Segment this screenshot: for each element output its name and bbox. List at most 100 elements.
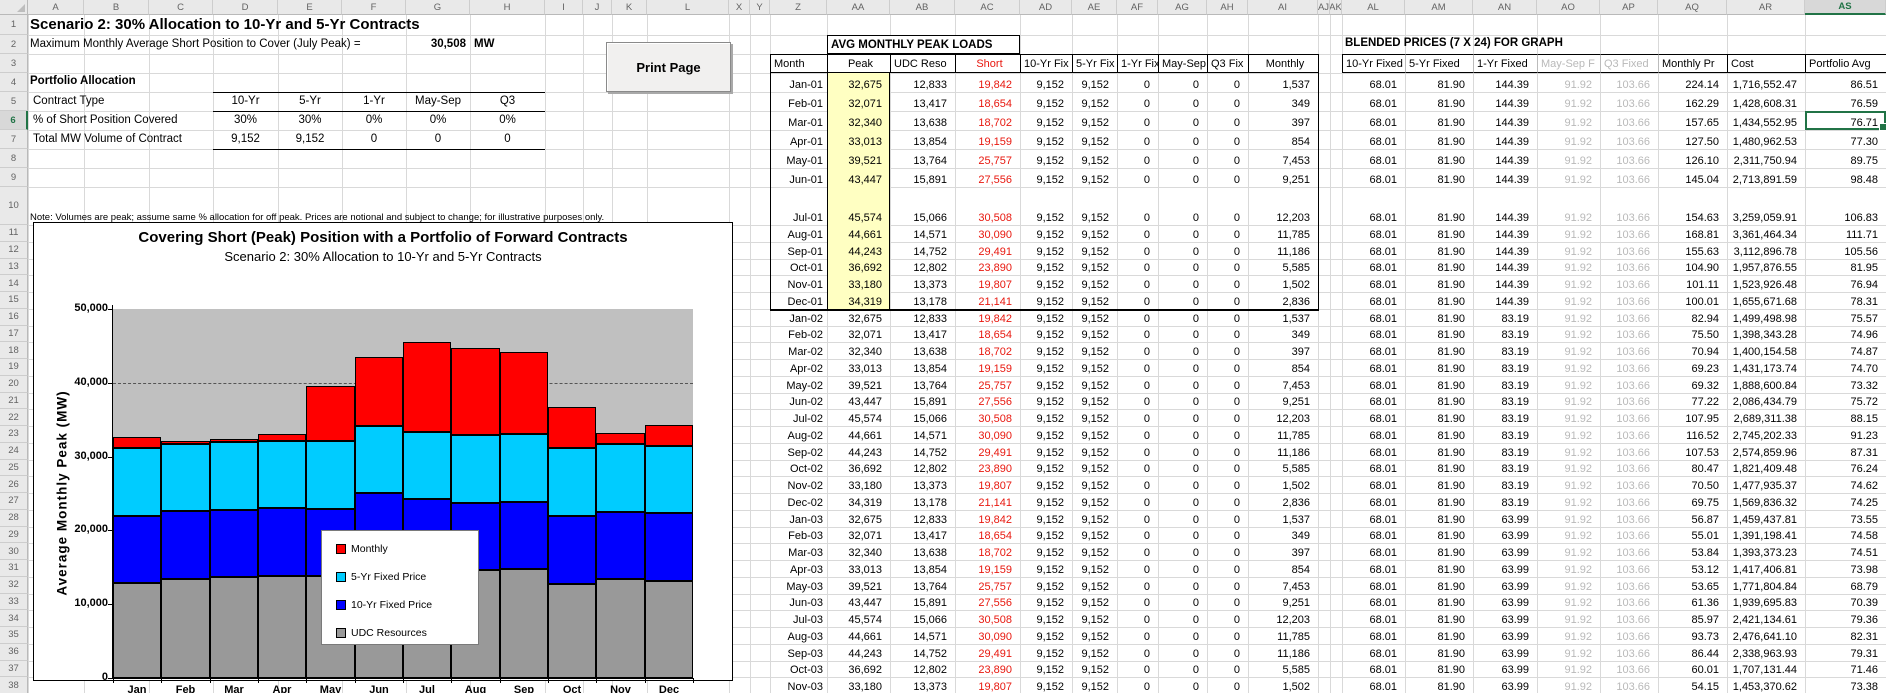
cell-AG22[interactable]: 0: [1158, 409, 1207, 426]
cell-AE15[interactable]: 9,152: [1072, 292, 1117, 309]
cell-AM19[interactable]: 81.90: [1405, 359, 1473, 376]
cell-AH5[interactable]: 0: [1207, 92, 1248, 111]
blended-table-header-10-Yr Fixed[interactable]: 10-Yr Fixed: [1342, 54, 1405, 73]
cell-AD30[interactable]: 9,152: [1020, 543, 1072, 560]
cell-AS10[interactable]: 106.83: [1805, 187, 1886, 225]
cell-Z4[interactable]: Jan-01: [770, 73, 827, 92]
row-header-18[interactable]: 18: [0, 342, 28, 359]
cell-AP34[interactable]: 103.66: [1600, 610, 1658, 627]
cell-AD26[interactable]: 9,152: [1020, 476, 1072, 493]
cell-AD13[interactable]: 9,152: [1020, 259, 1072, 276]
cell-AO26[interactable]: 91.92: [1537, 476, 1600, 493]
cell-AG21[interactable]: 0: [1158, 393, 1207, 410]
cell-AR19[interactable]: 1,431,173.74: [1727, 359, 1805, 376]
row-header-20[interactable]: 20: [0, 376, 28, 393]
cell-AE18[interactable]: 9,152: [1072, 342, 1117, 359]
cell-AS20[interactable]: 73.32: [1805, 376, 1886, 393]
cell-AL12[interactable]: 68.01: [1342, 242, 1405, 259]
cell-AA22[interactable]: 45,574: [827, 409, 890, 426]
cell-AB31[interactable]: 13,854: [890, 560, 955, 577]
cell-AB37[interactable]: 12,802: [890, 661, 955, 678]
cell-AR8[interactable]: 2,311,750.94: [1727, 149, 1805, 168]
cell-AS27[interactable]: 74.25: [1805, 493, 1886, 510]
cell-AC22[interactable]: 30,508: [955, 409, 1020, 426]
cell-AM21[interactable]: 81.90: [1405, 393, 1473, 410]
cell-AM16[interactable]: 81.90: [1405, 309, 1473, 326]
cell-AN14[interactable]: 144.39: [1473, 275, 1537, 292]
cell-AH28[interactable]: 0: [1207, 510, 1248, 527]
cell-AG14[interactable]: 0: [1158, 275, 1207, 292]
row-header-25[interactable]: 25: [0, 460, 28, 477]
cell-AE29[interactable]: 9,152: [1072, 527, 1117, 544]
cell-AI23[interactable]: 11,785: [1248, 426, 1318, 443]
cell-Z13[interactable]: Oct-01: [770, 259, 827, 276]
cell-AG19[interactable]: 0: [1158, 359, 1207, 376]
cell-AI19[interactable]: 854: [1248, 359, 1318, 376]
cell-AE8[interactable]: 9,152: [1072, 149, 1117, 168]
cell-AR33[interactable]: 1,939,695.83: [1727, 594, 1805, 611]
cell-AF32[interactable]: 0: [1117, 577, 1158, 594]
cell-AN37[interactable]: 63.99: [1473, 661, 1537, 678]
cell-AC5[interactable]: 18,654: [955, 92, 1020, 111]
cell-AO29[interactable]: 91.92: [1537, 527, 1600, 544]
cell-AB33[interactable]: 15,891: [890, 594, 955, 611]
cell-AP16[interactable]: 103.66: [1600, 309, 1658, 326]
col-header-D[interactable]: D: [213, 0, 278, 15]
cell-AQ6[interactable]: 157.65: [1658, 111, 1727, 130]
cell-AL8[interactable]: 68.01: [1342, 149, 1405, 168]
cell-AH25[interactable]: 0: [1207, 460, 1248, 477]
cell-AG11[interactable]: 0: [1158, 225, 1207, 242]
cell-AD23[interactable]: 9,152: [1020, 426, 1072, 443]
portfolio-pct-cell[interactable]: 0%: [408, 114, 468, 126]
cell-AD27[interactable]: 9,152: [1020, 493, 1072, 510]
cell-AS11[interactable]: 111.71: [1805, 225, 1886, 242]
cell-AQ14[interactable]: 101.11: [1658, 275, 1727, 292]
cell-AM26[interactable]: 81.90: [1405, 476, 1473, 493]
cell-AR13[interactable]: 1,957,876.55: [1727, 259, 1805, 276]
blended-table-header-May-Sep F[interactable]: May-Sep F: [1537, 54, 1600, 73]
cell-AI25[interactable]: 5,585: [1248, 460, 1318, 477]
cell-AP27[interactable]: 103.66: [1600, 493, 1658, 510]
cell-AR6[interactable]: 1,434,552.95: [1727, 111, 1805, 130]
cell-AA16[interactable]: 32,675: [827, 309, 890, 326]
cell-AM11[interactable]: 81.90: [1405, 225, 1473, 242]
cell-AQ20[interactable]: 69.32: [1658, 376, 1727, 393]
cell-AH33[interactable]: 0: [1207, 594, 1248, 611]
cell-AE36[interactable]: 9,152: [1072, 644, 1117, 661]
col-header-L[interactable]: L: [647, 0, 729, 15]
cell-AD22[interactable]: 9,152: [1020, 409, 1072, 426]
cell-AO11[interactable]: 91.92: [1537, 225, 1600, 242]
row-header-10[interactable]: 10: [0, 187, 28, 225]
cell-AM12[interactable]: 81.90: [1405, 242, 1473, 259]
cell-AQ11[interactable]: 168.81: [1658, 225, 1727, 242]
cell-Z18[interactable]: Mar-02: [770, 342, 827, 359]
blended-table-header-Cost[interactable]: Cost: [1727, 54, 1805, 73]
col-header-AF[interactable]: AF: [1117, 0, 1158, 15]
col-header-F[interactable]: F: [342, 0, 406, 15]
cell-Z30[interactable]: Mar-03: [770, 543, 827, 560]
cell-AD9[interactable]: 9,152: [1020, 168, 1072, 187]
cell-AI22[interactable]: 12,203: [1248, 409, 1318, 426]
peak-table-header-10-Yr Fix[interactable]: 10-Yr Fix: [1020, 54, 1073, 73]
cell-AA14[interactable]: 33,180: [827, 275, 890, 292]
cell-AH21[interactable]: 0: [1207, 393, 1248, 410]
row-header-12[interactable]: 12: [0, 242, 28, 259]
cell-AF24[interactable]: 0: [1117, 443, 1158, 460]
cell-AO36[interactable]: 91.92: [1537, 644, 1600, 661]
cell-AA23[interactable]: 44,661: [827, 426, 890, 443]
cell-Z24[interactable]: Sep-02: [770, 443, 827, 460]
cell-AH29[interactable]: 0: [1207, 527, 1248, 544]
cell-AC37[interactable]: 23,890: [955, 661, 1020, 678]
cell-AI37[interactable]: 5,585: [1248, 661, 1318, 678]
row-header-8[interactable]: 8: [0, 149, 28, 168]
cell-AE22[interactable]: 9,152: [1072, 409, 1117, 426]
cell-AI31[interactable]: 854: [1248, 560, 1318, 577]
cell-AE5[interactable]: 9,152: [1072, 92, 1117, 111]
cell-AG27[interactable]: 0: [1158, 493, 1207, 510]
cell-AN11[interactable]: 144.39: [1473, 225, 1537, 242]
cell-AD16[interactable]: 9,152: [1020, 309, 1072, 326]
cell-AB12[interactable]: 14,752: [890, 242, 955, 259]
cell-AN30[interactable]: 63.99: [1473, 543, 1537, 560]
cell-AQ8[interactable]: 126.10: [1658, 149, 1727, 168]
cell-AI10[interactable]: 12,203: [1248, 187, 1318, 225]
